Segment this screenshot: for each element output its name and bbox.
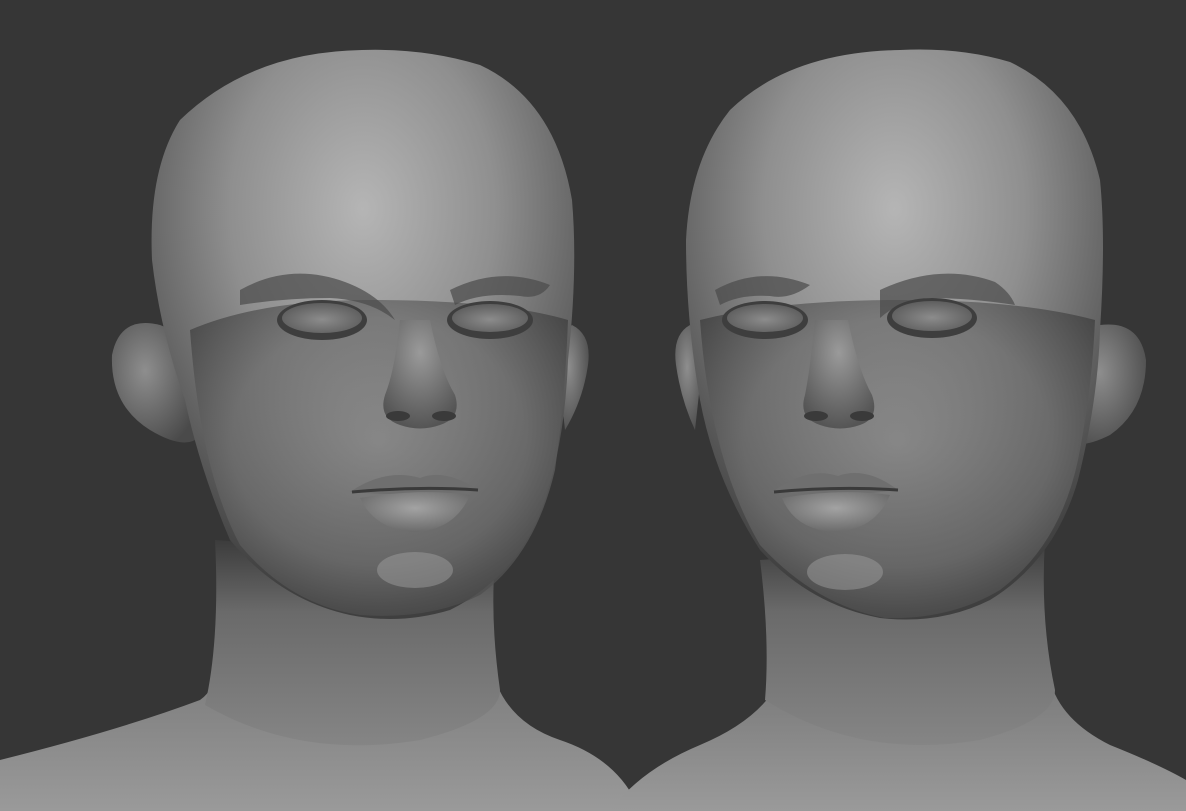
sculpt-viewport xyxy=(0,0,1186,811)
nostril-left-1 xyxy=(386,411,410,421)
nostril-right-2 xyxy=(850,411,874,421)
nostril-right-1 xyxy=(804,411,828,421)
eyelid-right-2 xyxy=(892,301,972,331)
eyelid-right-1 xyxy=(727,304,803,332)
eyelid-left-2 xyxy=(452,304,528,332)
chin-right xyxy=(807,554,883,590)
nostril-left-2 xyxy=(432,411,456,421)
chin-left xyxy=(377,552,453,588)
head-model-right xyxy=(610,49,1186,811)
head-model-left xyxy=(0,49,640,811)
render-canvas xyxy=(0,49,1186,811)
eyelid-left-1 xyxy=(282,303,362,333)
